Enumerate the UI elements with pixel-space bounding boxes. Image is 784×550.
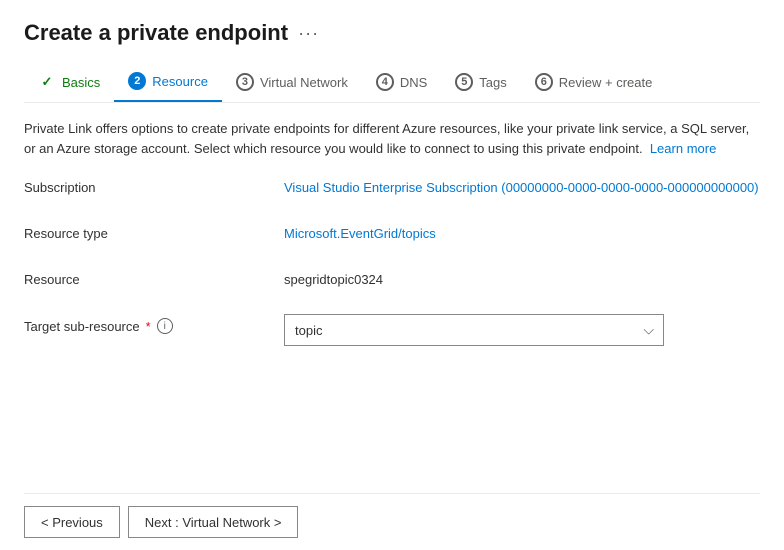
step-review-create[interactable]: 6 Review + create	[521, 65, 667, 101]
footer: < Previous Next : Virtual Network >	[24, 493, 760, 550]
subscription-label: Subscription	[24, 176, 284, 195]
step-review-create-circle: 6	[535, 73, 553, 91]
step-resource[interactable]: 2 Resource	[114, 64, 222, 102]
resource-field: Resource spegridtopic0324	[24, 268, 760, 296]
previous-button[interactable]: < Previous	[24, 506, 120, 538]
resource-label: Resource	[24, 268, 284, 287]
step-tags-circle: 5	[455, 73, 473, 91]
resource-type-field: Resource type Microsoft.EventGrid/topics	[24, 222, 760, 250]
step-virtual-network-label: Virtual Network	[260, 75, 348, 90]
step-virtual-network-circle: 3	[236, 73, 254, 91]
step-basics-circle: ✓	[38, 73, 56, 91]
target-sub-resource-label: Target sub-resource * i	[24, 314, 284, 334]
next-button[interactable]: Next : Virtual Network >	[128, 506, 299, 538]
step-basics[interactable]: ✓ Basics	[24, 65, 114, 101]
page-title: Create a private endpoint	[24, 20, 288, 46]
resource-type-value: Microsoft.EventGrid/topics	[284, 222, 436, 241]
resource-type-label: Resource type	[24, 222, 284, 241]
step-dns-label: DNS	[400, 75, 427, 90]
step-resource-circle: 2	[128, 72, 146, 90]
target-sub-resource-dropdown[interactable]: topic	[284, 314, 664, 346]
info-icon[interactable]: i	[157, 318, 173, 334]
step-review-create-label: Review + create	[559, 75, 653, 90]
step-dns-circle: 4	[376, 73, 394, 91]
description-text: Private Link offers options to create pr…	[24, 119, 760, 158]
resource-value: spegridtopic0324	[284, 268, 383, 287]
required-indicator: *	[146, 319, 151, 334]
learn-more-link[interactable]: Learn more	[650, 141, 716, 156]
step-virtual-network[interactable]: 3 Virtual Network	[222, 65, 362, 101]
more-options-icon[interactable]: ···	[298, 23, 319, 44]
step-resource-label: Resource	[152, 74, 208, 89]
step-tags-label: Tags	[479, 75, 506, 90]
content-area: Private Link offers options to create pr…	[24, 103, 760, 493]
target-sub-resource-dropdown-container: topic ⌵	[284, 314, 664, 346]
step-tags[interactable]: 5 Tags	[441, 65, 520, 101]
step-dns[interactable]: 4 DNS	[362, 65, 441, 101]
step-basics-label: Basics	[62, 75, 100, 90]
subscription-value: Visual Studio Enterprise Subscription (0…	[284, 176, 759, 195]
subscription-field: Subscription Visual Studio Enterprise Su…	[24, 176, 760, 204]
target-sub-resource-field: Target sub-resource * i topic ⌵	[24, 314, 760, 346]
wizard-steps-bar: ✓ Basics 2 Resource 3 Virtual Network 4 …	[24, 64, 760, 103]
